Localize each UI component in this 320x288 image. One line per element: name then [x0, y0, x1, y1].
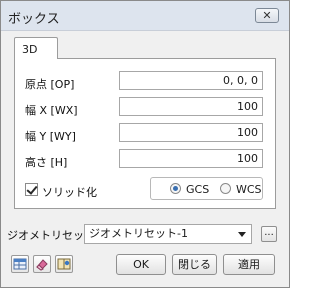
- preset-value: ジオメトリセット-1: [89, 227, 188, 240]
- width-x-label: 幅 X [WX]: [25, 104, 78, 117]
- eraser-icon[interactable]: [33, 255, 51, 273]
- chevron-down-icon: [238, 232, 246, 237]
- gcs-label: GCS: [186, 183, 210, 196]
- wcs-label: WCS: [236, 183, 262, 196]
- browse-label: ...: [264, 227, 274, 238]
- close-dialog-button[interactable]: 閉じる: [172, 254, 217, 275]
- apply-button[interactable]: 適用: [223, 254, 275, 275]
- dialog-window: ボックス ✕ 3D 原点 [OP] 0, 0, 0 幅 X [WX] 100 幅…: [0, 0, 290, 288]
- ok-label: OK: [133, 258, 149, 271]
- solid-label: ソリッド化: [42, 186, 97, 199]
- title-bar[interactable]: ボックス ✕: [1, 1, 289, 31]
- check-icon: [26, 183, 38, 195]
- table-icon[interactable]: [11, 255, 29, 273]
- dialog-title: ボックス: [8, 12, 60, 27]
- height-field[interactable]: 100: [119, 149, 263, 168]
- preset-label: ジオメトリセット: [7, 229, 95, 242]
- apply-label: 適用: [238, 258, 260, 271]
- solid-checkbox[interactable]: [25, 183, 38, 196]
- origin-field[interactable]: 0, 0, 0: [119, 71, 263, 90]
- coordinate-system-group: GCS WCS: [150, 177, 263, 200]
- width-y-label: 幅 Y [WY]: [25, 130, 76, 143]
- width-y-field[interactable]: 100: [119, 123, 263, 142]
- close-label: 閉じる: [178, 258, 211, 271]
- origin-label: 原点 [OP]: [25, 78, 75, 91]
- preset-select[interactable]: ジオメトリセット-1: [84, 224, 252, 244]
- width-x-field[interactable]: 100: [119, 97, 263, 116]
- height-label: 高さ [H]: [25, 156, 68, 169]
- tab-3d[interactable]: 3D: [14, 37, 58, 59]
- browse-button[interactable]: ...: [261, 226, 277, 242]
- help-book-icon[interactable]: [55, 255, 73, 273]
- ok-button[interactable]: OK: [116, 254, 166, 275]
- gcs-radio[interactable]: [170, 183, 181, 194]
- close-icon: ✕: [262, 9, 272, 22]
- wcs-radio[interactable]: [220, 183, 231, 194]
- tab-label: 3D: [22, 43, 38, 56]
- close-button[interactable]: ✕: [255, 8, 279, 23]
